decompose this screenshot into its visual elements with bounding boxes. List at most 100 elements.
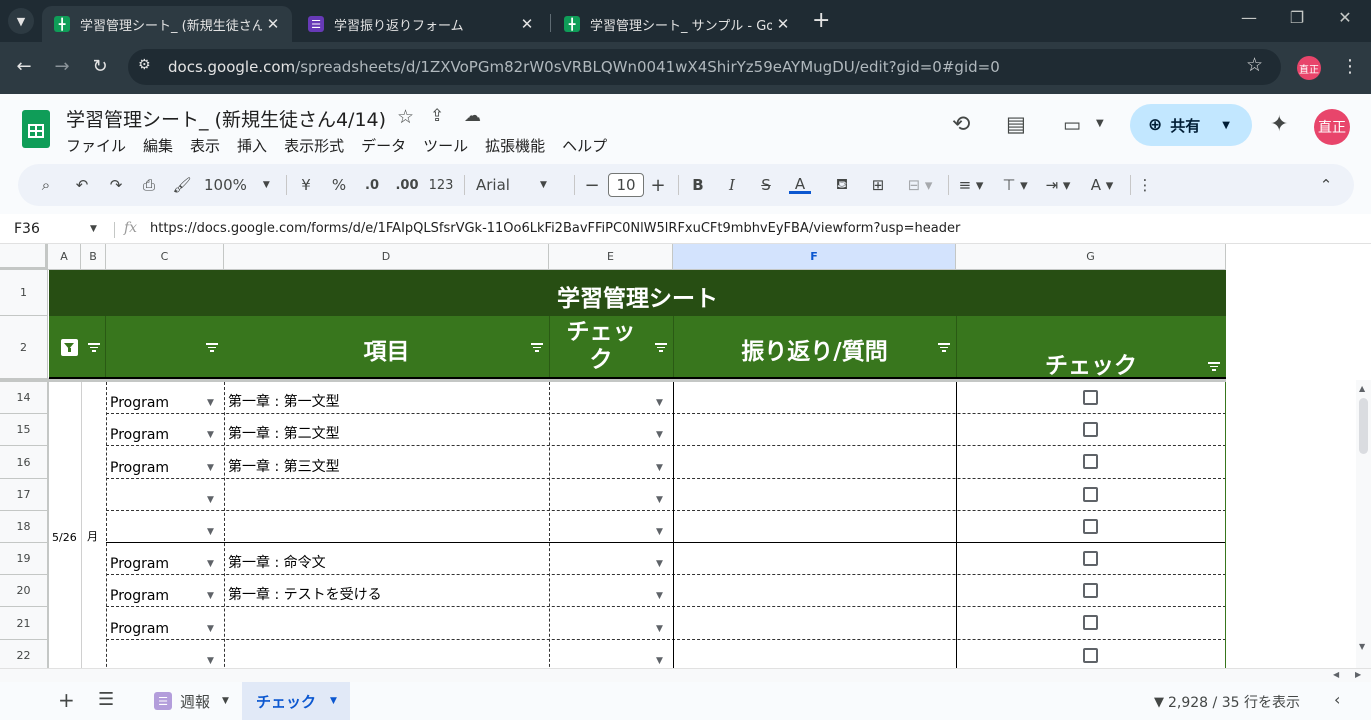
chevron-down-icon[interactable]: ▼ (656, 559, 663, 569)
collapse-side-panel-icon[interactable]: ‹ (1334, 690, 1340, 709)
scroll-right-icon[interactable]: ▶ (1355, 670, 1361, 679)
filter-icon-g[interactable] (1208, 362, 1220, 371)
menu-tools[interactable]: ツール (423, 135, 468, 156)
row-header-1[interactable]: 1 (0, 270, 48, 316)
column-header-d[interactable]: D (224, 244, 549, 270)
scroll-thumb[interactable] (1359, 398, 1368, 454)
scroll-up-icon[interactable]: ▲ (1359, 384, 1365, 393)
menu-format[interactable]: 表示形式 (284, 135, 344, 156)
browser-menu-icon[interactable]: ⋮ (1338, 56, 1362, 77)
bookmark-star-icon[interactable]: ☆ (1246, 54, 1263, 76)
user-avatar[interactable]: 直正 (1314, 109, 1350, 145)
close-tab-icon[interactable]: ✕ (262, 15, 284, 33)
check-e-cell[interactable] (549, 414, 673, 446)
checkbox[interactable] (1083, 487, 1098, 502)
chevron-down-icon[interactable]: ▼ (207, 624, 214, 634)
filter-active-icon[interactable] (61, 339, 78, 356)
checkbox[interactable] (1083, 422, 1098, 437)
sheets-logo-icon[interactable] (22, 110, 50, 148)
version-history-icon[interactable]: ⟲ (952, 112, 970, 137)
browser-tab-2[interactable]: ☰ 学習振り返りフォーム ✕ (296, 6, 546, 42)
name-box[interactable]: F36 ▼ (0, 214, 112, 244)
chevron-down-icon[interactable]: ▼ (207, 591, 214, 601)
vertical-scrollbar[interactable]: ▲ ▼ (1356, 380, 1371, 668)
filter-icon-ab[interactable] (88, 343, 100, 352)
sheet-tab-weekly[interactable]: ☰ 週報 ▼ (146, 684, 240, 718)
checkbox[interactable] (1083, 648, 1098, 663)
checkbox[interactable] (1083, 551, 1098, 566)
chevron-down-icon[interactable]: ▼ (656, 656, 663, 666)
filtered-row-count[interactable]: ▼ 2,928 / 35 行を表示 (1154, 692, 1300, 712)
bold-button[interactable]: B (688, 164, 708, 206)
check-e-cell[interactable] (549, 640, 673, 668)
check-e-cell[interactable] (549, 382, 673, 414)
sheet-tab-check[interactable]: チェック ▼ (242, 682, 350, 720)
chevron-down-icon[interactable]: ▼ (656, 624, 663, 634)
increase-font-size-button[interactable]: + (648, 164, 668, 206)
chevron-down-icon[interactable]: ▼ (656, 430, 663, 440)
percent-format-button[interactable]: % (328, 164, 350, 206)
scroll-left-icon[interactable]: ◀ (1333, 670, 1339, 679)
share-dropdown-icon[interactable]: ▼ (1222, 120, 1230, 131)
reflection-cell[interactable] (673, 414, 956, 446)
new-tab-button[interactable]: + (812, 8, 830, 33)
filter-icon-c[interactable] (206, 343, 218, 352)
item-cell[interactable]: 第一章 : 命令文 (224, 543, 549, 575)
document-title[interactable]: 学習管理シート_ (新規生徒さん4/14) (66, 105, 386, 132)
font-family-select[interactable]: Arial ▼ (476, 164, 566, 206)
horizontal-scrollbar[interactable]: ◀ ▶ (0, 668, 1371, 682)
scroll-down-icon[interactable]: ▼ (1359, 642, 1365, 651)
item-cell[interactable]: 第一章 : テストを受ける (224, 575, 549, 607)
row-header[interactable]: 22 (0, 640, 48, 668)
chevron-down-icon[interactable]: ▼ (207, 463, 214, 473)
browser-tab-1[interactable]: ╋ 学習管理シート_ (新規生徒さん4/1 ✕ (42, 6, 292, 42)
row-header[interactable]: 14 (0, 382, 48, 414)
add-sheet-icon[interactable]: + (58, 688, 75, 712)
address-bar[interactable]: ⚙ docs.google.com/spreadsheets/d/1ZXVoPG… (128, 49, 1281, 85)
back-icon[interactable]: ← (12, 56, 36, 77)
reflection-cell[interactable] (673, 446, 956, 479)
collapse-toolbar-icon[interactable]: ⌃ (1314, 164, 1338, 206)
text-wrapping-icon[interactable]: ⇥ ▾ (1038, 164, 1078, 206)
decrease-decimal-button[interactable]: .0 (358, 164, 386, 206)
check-e-cell[interactable] (549, 511, 673, 543)
site-info-icon[interactable]: ⚙ (138, 57, 151, 73)
chevron-down-icon[interactable]: ▼ (207, 495, 214, 505)
gemini-sparkle-icon[interactable]: ✦ (1270, 112, 1288, 137)
date-cell[interactable]: 5/26 (49, 524, 81, 544)
forward-icon[interactable]: → (50, 56, 74, 77)
row-header[interactable]: 15 (0, 414, 48, 446)
italic-button[interactable]: I (722, 164, 742, 206)
checkbox[interactable] (1083, 519, 1098, 534)
close-tab-icon[interactable]: ✕ (516, 15, 538, 33)
column-header-f[interactable]: F (673, 244, 956, 270)
chevron-down-icon[interactable]: ▼ (656, 463, 663, 473)
column-header-c[interactable]: C (106, 244, 224, 270)
menu-insert[interactable]: 挿入 (237, 135, 267, 156)
chevron-down-icon[interactable]: ▼ (207, 656, 214, 666)
chevron-down-icon[interactable]: ▼ (207, 527, 214, 537)
item-cell[interactable]: 第一章 : 第一文型 (224, 382, 549, 414)
item-cell[interactable] (224, 479, 549, 511)
reflection-cell[interactable] (673, 640, 956, 668)
star-icon[interactable]: ☆ (397, 106, 414, 128)
check-e-cell[interactable] (549, 575, 673, 607)
checkbox[interactable] (1083, 390, 1098, 405)
reflection-cell[interactable] (673, 543, 956, 575)
row-header[interactable]: 21 (0, 607, 48, 640)
menu-help[interactable]: ヘルプ (562, 135, 607, 156)
chevron-down-icon[interactable]: ▼ (330, 696, 337, 706)
check-e-cell[interactable] (549, 607, 673, 640)
strikethrough-button[interactable]: S (756, 164, 776, 206)
filter-icon-f[interactable] (938, 343, 950, 352)
item-cell[interactable]: 第一章 : 第二文型 (224, 414, 549, 446)
reflection-cell[interactable] (673, 575, 956, 607)
row-header[interactable]: 19 (0, 543, 48, 575)
row-header[interactable]: 17 (0, 479, 48, 511)
print-icon[interactable]: ⎙ (137, 164, 161, 206)
merge-cells-icon[interactable]: ⊟ ▾ (900, 164, 940, 206)
item-cell[interactable] (224, 511, 549, 543)
chevron-down-icon[interactable]: ▼ (656, 591, 663, 601)
row-header[interactable]: 20 (0, 575, 48, 607)
more-options-icon[interactable]: ⋮ (1136, 164, 1154, 206)
